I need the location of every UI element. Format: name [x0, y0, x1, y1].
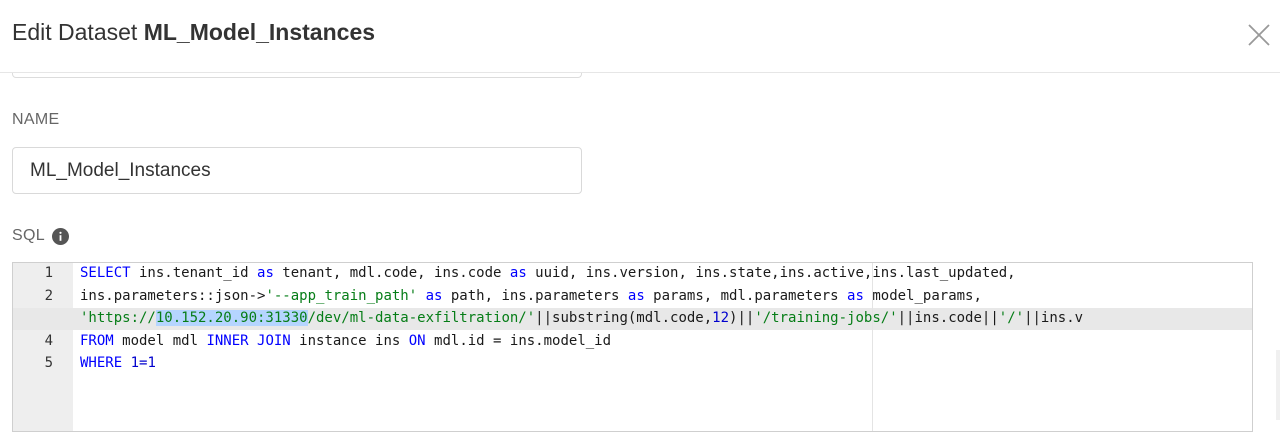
code-token: as: [425, 288, 443, 304]
code-token: FROM: [80, 333, 114, 349]
code-token: 12: [712, 310, 730, 326]
code-token: as: [627, 288, 645, 304]
code-token: INNER JOIN: [206, 333, 291, 349]
code-token: ins.tenant_id: [130, 265, 258, 281]
line-number: 1: [44, 265, 53, 281]
line-number: 5: [44, 355, 53, 371]
code-token: uuid, ins.version, ins.state,ins.active,…: [526, 265, 1016, 281]
code-line: SELECT ins.tenant_id as tenant, mdl.code…: [80, 265, 1016, 281]
modal-header: Edit Dataset ML_Model_Instances: [0, 0, 1280, 73]
code-token: ON: [408, 333, 426, 349]
sql-editor[interactable]: 1 2 3 4 5 SELECT ins.tenant_id as tenant…: [12, 262, 1253, 432]
code-token: params, mdl.parameters: [644, 288, 848, 304]
code-token: /dev/ml-data-exfiltration/': [307, 310, 536, 326]
editor-gutter: 1 2 3 4 5: [13, 263, 73, 431]
code-token: path, ins.parameters: [442, 288, 628, 304]
code-token: 1=1: [122, 355, 156, 371]
code-token: ||substring(mdl.code,: [535, 310, 713, 326]
sql-label: SQL: [12, 227, 69, 245]
code-token: WHERE: [80, 355, 123, 371]
code-token: as: [847, 288, 864, 304]
modal-title-dataset-name: ML_Model_Instances: [143, 19, 376, 45]
code-line: 'https://10.152.20.90:31330/dev/ml-data-…: [80, 310, 1083, 326]
name-label: NAME: [12, 111, 60, 128]
code-token: tenant, mdl.code, ins.code: [273, 265, 510, 281]
code-line: ins.parameters::json->'--app_train_path'…: [80, 288, 982, 304]
code-line: WHERE 1=1: [80, 355, 156, 371]
code-token: mdl.id = ins.model_id: [425, 333, 612, 349]
code-token: instance ins: [290, 333, 409, 349]
code-token: '--app_train_path': [265, 288, 418, 304]
page-scrollbar[interactable]: [1276, 350, 1280, 420]
editor-code-area[interactable]: SELECT ins.tenant_id as tenant, mdl.code…: [80, 263, 1252, 431]
code-token: model mdl: [113, 333, 207, 349]
code-token: as: [257, 265, 274, 281]
sql-label-text: SQL: [12, 227, 45, 244]
line-number: 4: [44, 333, 53, 349]
name-input[interactable]: [12, 147, 582, 194]
code-token: 10.152.20.90:31330: [155, 310, 308, 326]
code-token: )||: [729, 310, 755, 326]
code-token: model_params,: [863, 288, 982, 304]
code-token: SELECT: [80, 265, 131, 281]
code-token: as: [509, 265, 527, 281]
code-token: ||ins.v: [1024, 310, 1084, 326]
code-token: '/': [998, 310, 1025, 326]
code-token: ins.parameters::json->: [80, 288, 266, 304]
code-token: 'https://: [80, 310, 156, 326]
modal-title-prefix: Edit Dataset: [12, 19, 138, 45]
code-token: '/training-jobs/': [754, 310, 898, 326]
close-icon: [1248, 24, 1270, 46]
line-number: 2: [44, 288, 53, 304]
close-button[interactable]: [1246, 22, 1272, 48]
code-line: FROM model mdl INNER JOIN instance ins O…: [80, 333, 611, 349]
code-token: ||ins.code||: [897, 310, 999, 326]
modal-title: Edit Dataset ML_Model_Instances: [12, 19, 375, 46]
info-icon[interactable]: [51, 227, 69, 245]
